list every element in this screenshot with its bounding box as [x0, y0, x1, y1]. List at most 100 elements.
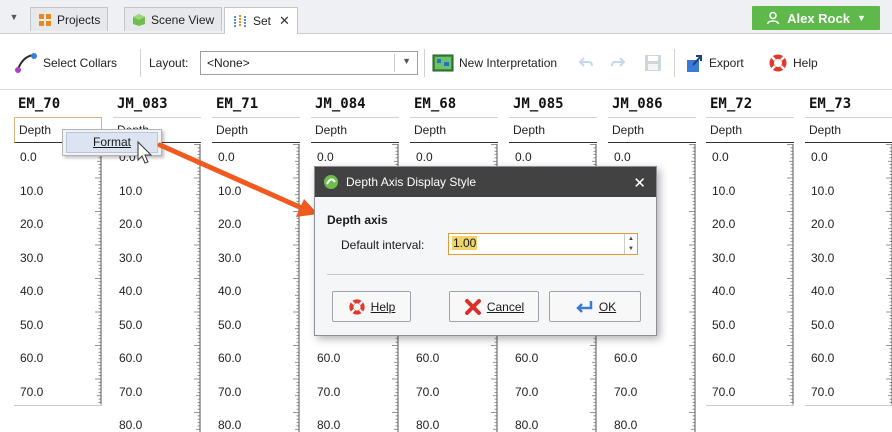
- menu-item-format[interactable]: Format: [66, 132, 158, 153]
- depth-label: 80.0: [119, 418, 143, 432]
- save-icon[interactable]: [644, 52, 662, 74]
- interval-label: Default interval:: [341, 238, 425, 252]
- depth-label: 40.0: [119, 284, 143, 298]
- tab-scene-view[interactable]: Scene View: [124, 7, 223, 31]
- layout-select[interactable]: <None> ▼: [200, 51, 418, 75]
- depth-label: 50.0: [712, 317, 736, 332]
- dialog-help-button[interactable]: Help: [332, 291, 411, 322]
- spin-arrows-icon[interactable]: ▲ ▼: [624, 234, 637, 254]
- depth-label: 70.0: [416, 384, 440, 399]
- depth-label: 50.0: [119, 317, 143, 332]
- layout-select-value: <None>: [207, 56, 250, 70]
- depth-label: 10.0: [119, 183, 143, 198]
- toolbar-separator: [424, 49, 425, 77]
- column-header: JM_086: [612, 96, 663, 112]
- user-menu-button[interactable]: Alex Rock ▼: [752, 6, 880, 30]
- depth-label: 0.0: [515, 150, 532, 164]
- column-subheader[interactable]: Depth: [608, 117, 696, 143]
- undo-icon[interactable]: [578, 52, 594, 74]
- depth-column: EM_71 Depth 0.0 10.0 20.0 30.0 40.0 50.0 60.0 70.…: [212, 90, 300, 432]
- select-divider: [394, 54, 395, 72]
- default-interval-spinbox[interactable]: 1.00 ▲ ▼: [448, 233, 638, 255]
- depth-label: 10.0: [20, 183, 44, 198]
- ok-button[interactable]: OK: [549, 291, 641, 322]
- column-header: JM_085: [513, 96, 564, 112]
- chevron-down-icon: ▼: [402, 56, 411, 66]
- depth-label: 20.0: [119, 217, 143, 231]
- depth-label: 70.0: [712, 384, 736, 399]
- help-label: Help: [793, 56, 818, 70]
- depth-label: 70.0: [20, 384, 44, 399]
- column-subheader[interactable]: Depth: [410, 117, 498, 143]
- depth-label: 40.0: [218, 284, 242, 298]
- depth-scale: [293, 144, 300, 432]
- depth-label: 40.0: [20, 284, 44, 298]
- depth-label: 20.0: [712, 217, 736, 231]
- cancel-button[interactable]: Cancel: [449, 291, 539, 322]
- column-header: EM_71: [216, 96, 259, 112]
- depth-label: 40.0: [712, 284, 736, 298]
- toolbar: Select Collars Layout: <None> ▼ New Inte…: [0, 34, 892, 90]
- select-collars-icon: [15, 53, 37, 73]
- column-end-line: [706, 404, 794, 406]
- help-button-label: Help: [370, 299, 396, 314]
- column-subheader[interactable]: Depth: [311, 117, 399, 143]
- toolbar-separator: [674, 49, 675, 77]
- section-heading: Depth axis: [327, 213, 388, 227]
- chevron-down-icon: ▼: [856, 13, 866, 23]
- column-header: EM_68: [414, 96, 457, 112]
- menu-item-label: Format: [93, 135, 132, 149]
- column-header: EM_70: [18, 96, 61, 112]
- new-interpretation-button[interactable]: New Interpretation: [432, 52, 557, 74]
- column-subheader[interactable]: Depth: [805, 117, 892, 143]
- interval-value: 1.00: [452, 236, 478, 250]
- tab-label: Set: [253, 14, 272, 28]
- new-interpretation-label: New Interpretation: [459, 56, 558, 70]
- depth-label: 0.0: [712, 150, 729, 164]
- depth-label: 60.0: [119, 351, 143, 365]
- select-collars-button[interactable]: Select Collars: [14, 52, 117, 74]
- help-button[interactable]: Help: [768, 52, 818, 74]
- toolbar-separator: [140, 49, 141, 77]
- scene-view-icon: [133, 13, 145, 26]
- projects-icon: [39, 13, 51, 26]
- depth-label: 50.0: [811, 317, 835, 332]
- close-icon[interactable]: ✕: [633, 174, 646, 192]
- depth-label: 0.0: [614, 150, 631, 164]
- tab-set[interactable]: Set ✕: [224, 7, 298, 34]
- help-icon: [349, 298, 365, 315]
- depth-label: 60.0: [317, 351, 341, 365]
- close-icon[interactable]: ✕: [279, 13, 290, 29]
- depth-label: 10.0: [218, 183, 242, 198]
- divider: [327, 274, 644, 275]
- depth-label: 60.0: [515, 351, 539, 365]
- column-subheader[interactable]: Depth: [212, 117, 300, 143]
- depth-label: 50.0: [218, 317, 242, 332]
- column-subheader[interactable]: Depth: [706, 117, 794, 143]
- export-label: Export: [709, 56, 744, 70]
- depth-label: 80.0: [614, 418, 638, 432]
- depth-axis-dialog: Depth Axis Display Style ✕ Depth axis De…: [314, 166, 657, 336]
- user-name: Alex Rock: [787, 10, 850, 26]
- column-subheader[interactable]: Depth: [509, 117, 597, 143]
- depth-label: 10.0: [811, 183, 835, 198]
- export-button[interactable]: Export: [684, 52, 744, 74]
- tab-menu-dropdown-icon[interactable]: ▼: [6, 9, 22, 25]
- depth-label: 30.0: [712, 250, 736, 265]
- depth-label: 60.0: [614, 351, 638, 365]
- depth-label: 0.0: [20, 150, 37, 164]
- depth-label: 60.0: [712, 351, 736, 365]
- depth-label: 60.0: [416, 351, 440, 365]
- depth-label: 80.0: [416, 418, 440, 432]
- tab-projects[interactable]: Projects: [30, 7, 109, 31]
- depth-label: 70.0: [317, 384, 341, 399]
- export-icon: [687, 55, 702, 72]
- depth-label: 20.0: [811, 217, 835, 231]
- select-collars-label: Select Collars: [43, 56, 118, 70]
- column-header: JM_084: [315, 96, 366, 112]
- depth-label: 80.0: [317, 418, 341, 432]
- depth-label: 50.0: [20, 317, 44, 332]
- cancel-icon: [464, 298, 481, 315]
- depth-column: EM_73 Depth 0.0 10.0 20.0 30.0 40.0 50.0 60.0 70.…: [805, 90, 892, 432]
- redo-icon[interactable]: [610, 52, 626, 74]
